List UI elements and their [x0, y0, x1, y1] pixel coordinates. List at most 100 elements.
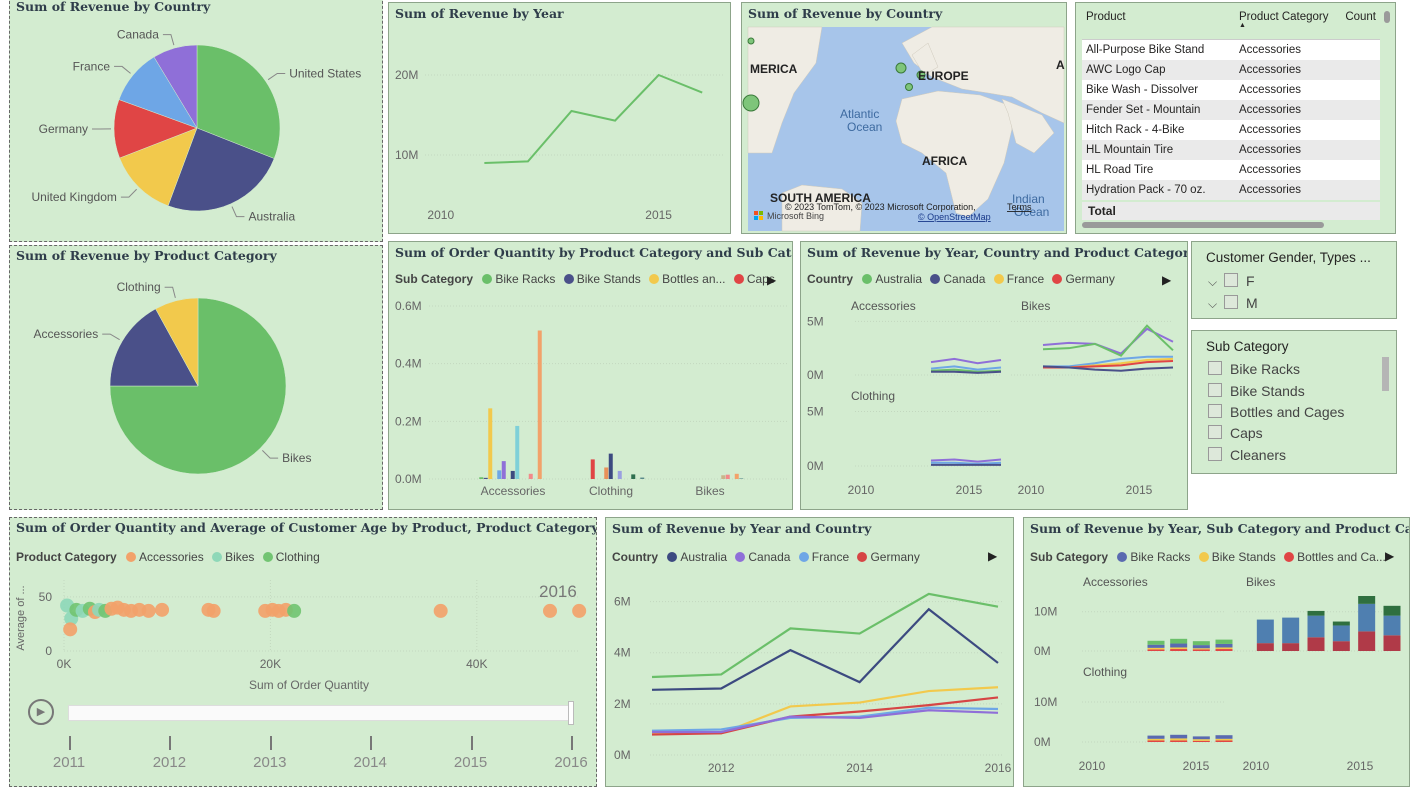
bing-label: Microsoft Bing: [767, 211, 824, 221]
stacked-bar-segment: [1170, 738, 1188, 741]
pie-country-chart[interactable]: United States Australia United Kingdom Germ…: [10, 0, 383, 242]
bar: [501, 461, 506, 479]
year-watermark: 2016: [539, 582, 577, 601]
chevron-down-icon[interactable]: ⌵: [1208, 297, 1224, 312]
stacked-bar-segment: [1358, 631, 1376, 651]
rev-ysp-panel[interactable]: Sum of Revenue by Year, Sub Category and…: [1023, 517, 1410, 787]
y-tick-label: 0M: [614, 748, 631, 762]
play-axis-year[interactable]: 2015: [451, 754, 491, 771]
slicer-item-f[interactable]: ⌵ F: [1208, 273, 1255, 290]
play-axis-tick: [470, 736, 473, 750]
table-row[interactable]: HL Road Tire Accessories: [1082, 160, 1380, 180]
product-table-panel[interactable]: Product Product Category ▲ Count All-Purp…: [1075, 2, 1396, 234]
x-tick-label: 2010: [1243, 759, 1270, 773]
bar: [617, 470, 622, 479]
column-header-category[interactable]: Product Category ▲: [1235, 7, 1341, 40]
play-axis-year[interactable]: 2014: [350, 754, 390, 771]
chevron-down-icon[interactable]: ⌵: [1208, 275, 1224, 290]
cell-category: Accessories: [1239, 44, 1302, 56]
horizontal-scrollbar[interactable]: [1082, 222, 1324, 228]
revenue-map[interactable]: MERICA EUROPE A Atlantic Ocean AFRICA SO…: [742, 3, 1067, 234]
stacked-bar-segment: [1215, 647, 1233, 650]
stacked-bar-segment: [1358, 603, 1376, 632]
stacked-bar-segment: [1358, 596, 1376, 604]
play-axis-year[interactable]: 2011: [49, 754, 89, 771]
pie-category-panel[interactable]: Sum of Revenue by Product Category Bikes…: [9, 245, 383, 510]
stacked-bar-segment: [1192, 645, 1210, 649]
bar: [640, 477, 645, 479]
checkbox[interactable]: [1208, 383, 1222, 397]
stacked-bar-segment: [1147, 647, 1165, 650]
x-tick-label: Bikes: [695, 484, 724, 498]
table-row[interactable]: Hydration Pack - 70 oz. Accessories: [1082, 180, 1380, 200]
vertical-scrollbar[interactable]: [1382, 357, 1389, 391]
column-header-count[interactable]: Count: [1341, 7, 1380, 40]
y-tick-label: 0.6M: [395, 299, 422, 313]
checkbox[interactable]: [1208, 447, 1222, 461]
table-row[interactable]: Hitch Rack - 4-Bike Accessories: [1082, 120, 1380, 140]
table-row[interactable]: Bike Wash - Dissolver Accessories: [1082, 80, 1380, 100]
slicer-item[interactable]: Cleaners: [1208, 447, 1286, 463]
bar: [608, 453, 613, 479]
bar: [510, 470, 515, 479]
checkbox[interactable]: [1208, 361, 1222, 375]
series-line: [931, 461, 1002, 465]
pie-category-chart[interactable]: Bikes Accessories Clothing: [10, 246, 383, 510]
checkbox[interactable]: [1224, 295, 1238, 309]
y-tick-label: 0M: [807, 459, 824, 473]
rev-ycp-chart[interactable]: Accessories 0M 5M Bikes Clothing 0M 5M 2010 2015…: [801, 242, 1188, 510]
stacked-bar-segment: [1332, 621, 1350, 626]
rev-year-panel[interactable]: Sum of Revenue by Year 10M 20M 2010 2015: [388, 2, 731, 234]
play-axis-handle[interactable]: [568, 701, 574, 725]
table-row[interactable]: AWC Logo Cap Accessories: [1082, 60, 1380, 80]
slicer-item[interactable]: Caps: [1208, 425, 1263, 441]
pie-label: United States: [289, 66, 361, 80]
series-line: [651, 607, 999, 691]
stacked-bar-segment: [1215, 639, 1233, 644]
slicer-item[interactable]: Bottles and Cages: [1208, 404, 1344, 420]
series-line: [930, 357, 1002, 365]
play-button[interactable]: ▶: [28, 699, 54, 725]
facet-label: Bikes: [1021, 299, 1050, 313]
checkbox[interactable]: [1224, 273, 1238, 287]
stacked-bar-segment: [1147, 640, 1165, 645]
play-axis-tick: [69, 736, 71, 750]
table-row[interactable]: Fender Set - Mountain Accessories: [1082, 100, 1380, 120]
bar: [734, 473, 739, 479]
checkbox[interactable]: [1208, 425, 1222, 439]
x-tick-label: 2015: [1183, 759, 1210, 773]
pie-label: France: [73, 59, 111, 73]
play-axis-year[interactable]: 2016: [551, 754, 591, 771]
rev-year-country-chart[interactable]: 0M 2M 4M 6M 2012 2014 2016: [606, 518, 1014, 787]
column-header-product[interactable]: Product: [1082, 7, 1235, 40]
play-axis-year[interactable]: 2013: [250, 754, 290, 771]
rev-ysp-chart[interactable]: Accessories 0M 10M Bikes Clothing 0M 10M 2010 20…: [1024, 518, 1410, 787]
pie-label: Bikes: [282, 451, 311, 465]
stacked-bar-segment: [1170, 740, 1188, 742]
scatter-panel[interactable]: Sum of Order Quantity and Average of Cus…: [9, 517, 597, 787]
table-row[interactable]: All-Purpose Bike Stand Accessories: [1082, 39, 1380, 60]
x-tick-label: 2010: [1079, 759, 1106, 773]
table-row[interactable]: HL Mountain Tire Accessories: [1082, 140, 1380, 160]
vertical-scrollbar[interactable]: [1384, 11, 1390, 23]
pie-leader-line: [162, 34, 175, 46]
stacked-bar-segment: [1215, 643, 1233, 648]
play-axis-year[interactable]: 2012: [149, 754, 189, 771]
facet-label: Clothing: [1083, 665, 1127, 679]
cell-product: Hydration Pack - 70 oz.: [1086, 184, 1206, 196]
gender-slicer-panel[interactable]: Customer Gender, Types ... ⌵ F ⌵ M: [1191, 241, 1397, 319]
checkbox[interactable]: [1208, 404, 1222, 418]
rev-ycp-panel[interactable]: Sum of Revenue by Year, Country and Prod…: [800, 241, 1188, 510]
play-axis-track[interactable]: [68, 705, 572, 721]
bar: [725, 474, 730, 479]
slicer-item[interactable]: Bike Racks: [1208, 361, 1300, 377]
order-qty-chart[interactable]: 0.0M 0.2M 0.4M 0.6M Accessories Clothing Bikes: [389, 242, 793, 510]
order-qty-panel[interactable]: Sum of Order Quantity by Product Categor…: [388, 241, 793, 510]
rev-year-country-panel[interactable]: Sum of Revenue by Year and Country Count…: [605, 517, 1014, 787]
pie-country-panel[interactable]: Sum of Revenue by Country United States A…: [9, 0, 383, 242]
map-panel[interactable]: Sum of Revenue by Country MERICA EUROPE …: [741, 2, 1067, 234]
slicer-item[interactable]: Bike Stands: [1208, 383, 1305, 399]
sub-category-slicer-panel[interactable]: Sub Category Bike Racks Bike Stands Bott…: [1191, 330, 1397, 474]
rev-year-chart[interactable]: 10M 20M 2010 2015: [389, 3, 731, 234]
slicer-item-m[interactable]: ⌵ M: [1208, 295, 1258, 312]
